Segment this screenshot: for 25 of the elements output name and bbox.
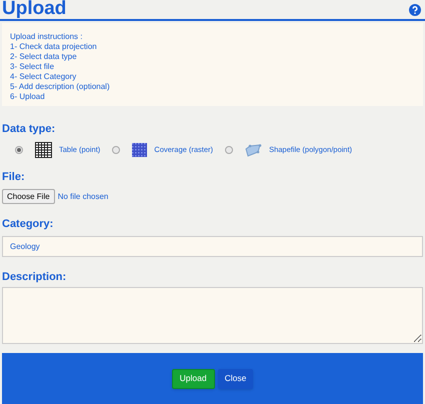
instruction-step: 5- Add description (optional) xyxy=(10,82,415,92)
instructions-heading: Upload instructions : xyxy=(10,32,84,42)
grid-table-icon xyxy=(35,142,52,158)
field-label: Description: xyxy=(2,270,68,284)
instruction-step: 6- Upload xyxy=(10,92,415,102)
help-icon[interactable] xyxy=(409,4,421,16)
polygon-shape-icon xyxy=(245,144,262,156)
radio-button[interactable] xyxy=(112,146,120,154)
field-label: File: xyxy=(2,170,26,184)
upload-button[interactable]: Upload xyxy=(172,368,215,388)
raster-grid-icon xyxy=(132,143,148,157)
dialog-title: Upload xyxy=(2,0,66,19)
radio-button[interactable] xyxy=(225,146,234,154)
instruction-step: 3- Select file xyxy=(10,62,415,72)
choose-file-button[interactable]: Choose File xyxy=(2,189,55,204)
radio-button[interactable] xyxy=(15,146,23,154)
field-label: Data type: xyxy=(2,122,56,136)
instruction-step: 4- Select Category xyxy=(10,72,415,82)
file-status-text: No file chosen xyxy=(58,190,108,202)
field-label: Category: xyxy=(2,217,54,231)
description-field[interactable] xyxy=(2,287,423,344)
instruction-step: 1- Check data projection xyxy=(10,42,415,52)
close-button[interactable]: Close xyxy=(218,368,254,388)
instruction-step: 2- Select data type xyxy=(10,52,415,62)
category-field[interactable]: Geology xyxy=(2,236,423,257)
